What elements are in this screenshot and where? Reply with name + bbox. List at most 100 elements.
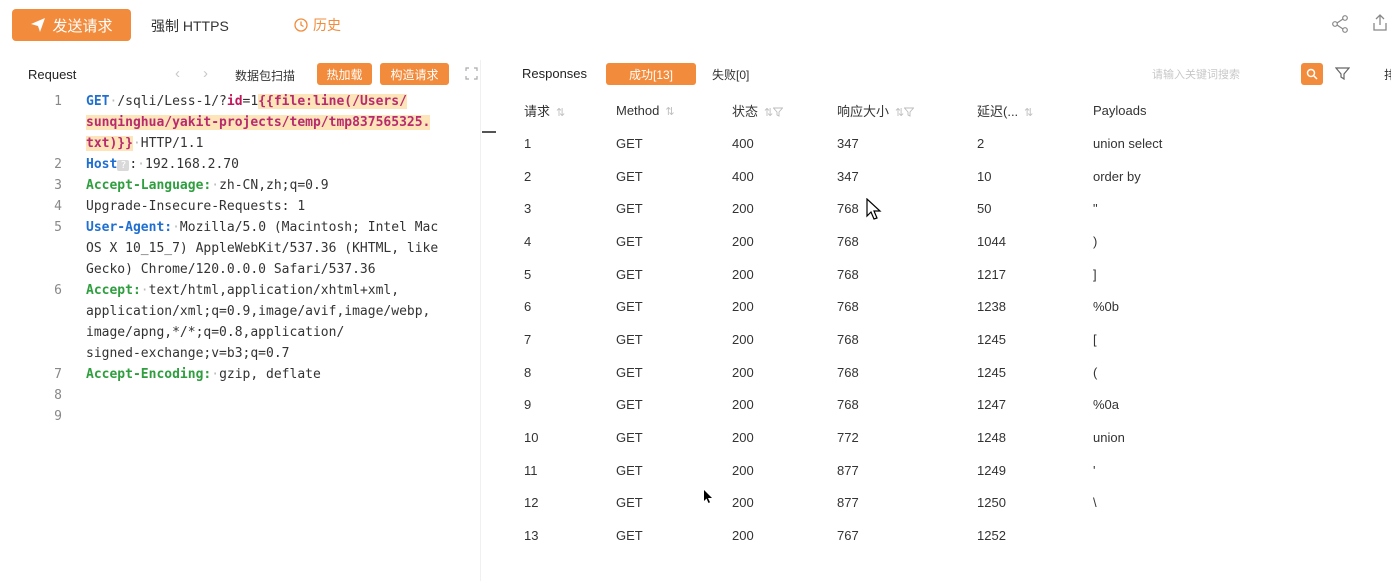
table-row[interactable]: 13 GET 200 767 1252 [500, 519, 1293, 552]
cell-method: GET [616, 462, 643, 478]
line-number: 4 [54, 199, 62, 214]
cell-size: 768 [837, 299, 859, 315]
truncated-button[interactable]: 排 [1384, 66, 1391, 83]
table-row[interactable]: 10 GET 200 772 1248 union [500, 421, 1293, 454]
history-label: 历史 [313, 17, 341, 33]
sort-icon[interactable]: ⇅ [895, 107, 904, 119]
cell-delay: 50 [977, 201, 992, 217]
filter-icon[interactable] [773, 107, 784, 117]
sort-icon[interactable]: ⇅ [665, 106, 674, 118]
cell-payload: ] [1093, 266, 1097, 282]
column-header-request[interactable]: 请求 ⇅ [500, 93, 616, 127]
cell-size: 768 [837, 364, 859, 380]
chevron-right-icon[interactable]: › [203, 65, 208, 82]
cell-method: GET [616, 135, 643, 151]
sort-icon[interactable]: ⇅ [764, 107, 773, 119]
cell-size: 768 [837, 397, 859, 413]
share-icon[interactable] [1330, 14, 1350, 34]
header-value: text/html,application/xhtml+xml, [148, 283, 400, 298]
table-row[interactable]: 6 GET 200 768 1238 %0b [500, 290, 1293, 323]
line-number: 9 [54, 409, 62, 424]
tab-failed[interactable]: 失败[0] [712, 66, 749, 83]
table-row[interactable]: 7 GET 200 768 1245 [ [500, 323, 1293, 356]
cell-status: 400 [732, 168, 754, 184]
cell-payload: union select [1093, 135, 1163, 151]
code-line: Accept-Encoding:·gzip, deflate [86, 367, 321, 382]
cell-delay: 1250 [977, 495, 1006, 511]
line-number: 1 [54, 94, 62, 109]
build-request-button[interactable]: 构造请求 [380, 63, 449, 85]
tab-success[interactable]: 成功[13] [606, 63, 696, 85]
request-path: /sqli/Less-1/? [117, 94, 227, 109]
code-line: Host?:·192.168.2.70 [86, 157, 239, 172]
table-row[interactable]: 5 GET 200 768 1217] [500, 258, 1293, 291]
column-header-size[interactable]: 响应大小 ⇅ [837, 93, 977, 127]
panel-divider[interactable] [480, 60, 481, 581]
cell-payload: union [1093, 430, 1125, 446]
cell-method: GET [616, 495, 643, 511]
line-number: 7 [54, 367, 62, 382]
send-request-button[interactable]: 发送请求 [12, 9, 131, 41]
cell-status: 200 [732, 233, 754, 249]
cell-request-id: 4 [524, 233, 532, 249]
collapse-handle[interactable] [482, 131, 496, 133]
cell-payload: \ [1093, 495, 1097, 511]
cell-size: 767 [837, 528, 859, 544]
cell-method: GET [616, 299, 643, 315]
packet-scan-button[interactable]: 数据包扫描 [235, 67, 295, 84]
table-row[interactable]: 9 GET 200 768 1247 %0a [500, 389, 1293, 422]
search-input[interactable]: 请输入关键词搜索 [1152, 66, 1292, 82]
cell-payload [1093, 519, 1293, 552]
history-button[interactable]: 历史 [294, 15, 341, 35]
responses-title: Responses [522, 66, 588, 81]
responses-table: 请求 ⇅ Method ⇅ 状态 ⇅ 响应大小 ⇅ 延迟(... ⇅ Payloads 1… [500, 93, 1293, 552]
code-line: sunqinghua/yakit-projects/temp/tmp837565… [86, 115, 431, 130]
cell-request-id: 11 [524, 462, 538, 478]
search-icon [1306, 68, 1318, 80]
cell-size: 768 [837, 233, 859, 249]
cell-request-id: 13 [524, 528, 539, 544]
sort-icon[interactable]: ⇅ [556, 107, 565, 119]
cell-payload: ) [1093, 233, 1098, 249]
cell-method: GET [616, 331, 643, 347]
filter-icon[interactable] [1335, 66, 1350, 81]
search-button[interactable] [1301, 63, 1323, 85]
cell-delay: 1252 [977, 528, 1006, 544]
table-row[interactable]: 1 GET 400 347 2 union select [500, 127, 1293, 160]
cell-request-id: 10 [524, 430, 539, 446]
column-header-status[interactable]: 状态 ⇅ [732, 93, 837, 127]
cell-method: GET [616, 233, 643, 249]
request-editor[interactable]: 1 GET·/sqli/Less-1/?id=1{{file:line(/Use… [0, 92, 480, 581]
export-icon[interactable] [1370, 13, 1390, 33]
table-row[interactable]: 4 GET 200 768 1044) [500, 225, 1293, 258]
table-row[interactable]: 3 GET 200 768 50 " [500, 192, 1293, 225]
chevron-left-icon[interactable]: ‹ [175, 65, 180, 82]
cell-request-id: 1 [524, 135, 532, 151]
cell-payload: ' [1093, 462, 1096, 478]
table-row[interactable]: 11 GET 200 877 1249 ' [500, 454, 1293, 487]
cell-size: 768 [837, 201, 859, 217]
help-icon[interactable]: ? [117, 160, 130, 171]
column-header-delay[interactable]: 延迟(... ⇅ [977, 93, 1093, 127]
table-row[interactable]: 2 GET 400 347 10 order by [500, 160, 1293, 193]
query-param: id [226, 94, 243, 109]
cell-payload: %0b [1093, 299, 1120, 315]
sort-icon[interactable]: ⇅ [1024, 107, 1033, 119]
cell-status: 200 [732, 495, 754, 511]
column-header-method[interactable]: Method ⇅ [616, 93, 732, 127]
table-row[interactable]: 12 GET 200 877 1250 \ [500, 487, 1293, 520]
header-key: User-Agent: [86, 220, 173, 235]
cell-delay: 1248 [977, 430, 1006, 446]
table-row[interactable]: 8 GET 200 768 1245 ( [500, 356, 1293, 389]
cell-delay: 1247 [977, 397, 1006, 413]
cell-status: 200 [732, 528, 754, 544]
line-number: 3 [54, 178, 62, 193]
fullscreen-icon[interactable] [465, 67, 478, 80]
hot-reload-button[interactable]: 热加载 [317, 63, 372, 85]
cell-delay: 2 [977, 135, 985, 151]
cell-payload: [ [1093, 331, 1097, 347]
force-https-toggle[interactable]: 强制 HTTPS [151, 16, 229, 36]
header-value: Mozilla/5.0 (Macintosh; Intel Mac [179, 220, 439, 235]
cell-delay: 1044 [977, 233, 1006, 249]
filter-icon[interactable] [904, 107, 915, 117]
